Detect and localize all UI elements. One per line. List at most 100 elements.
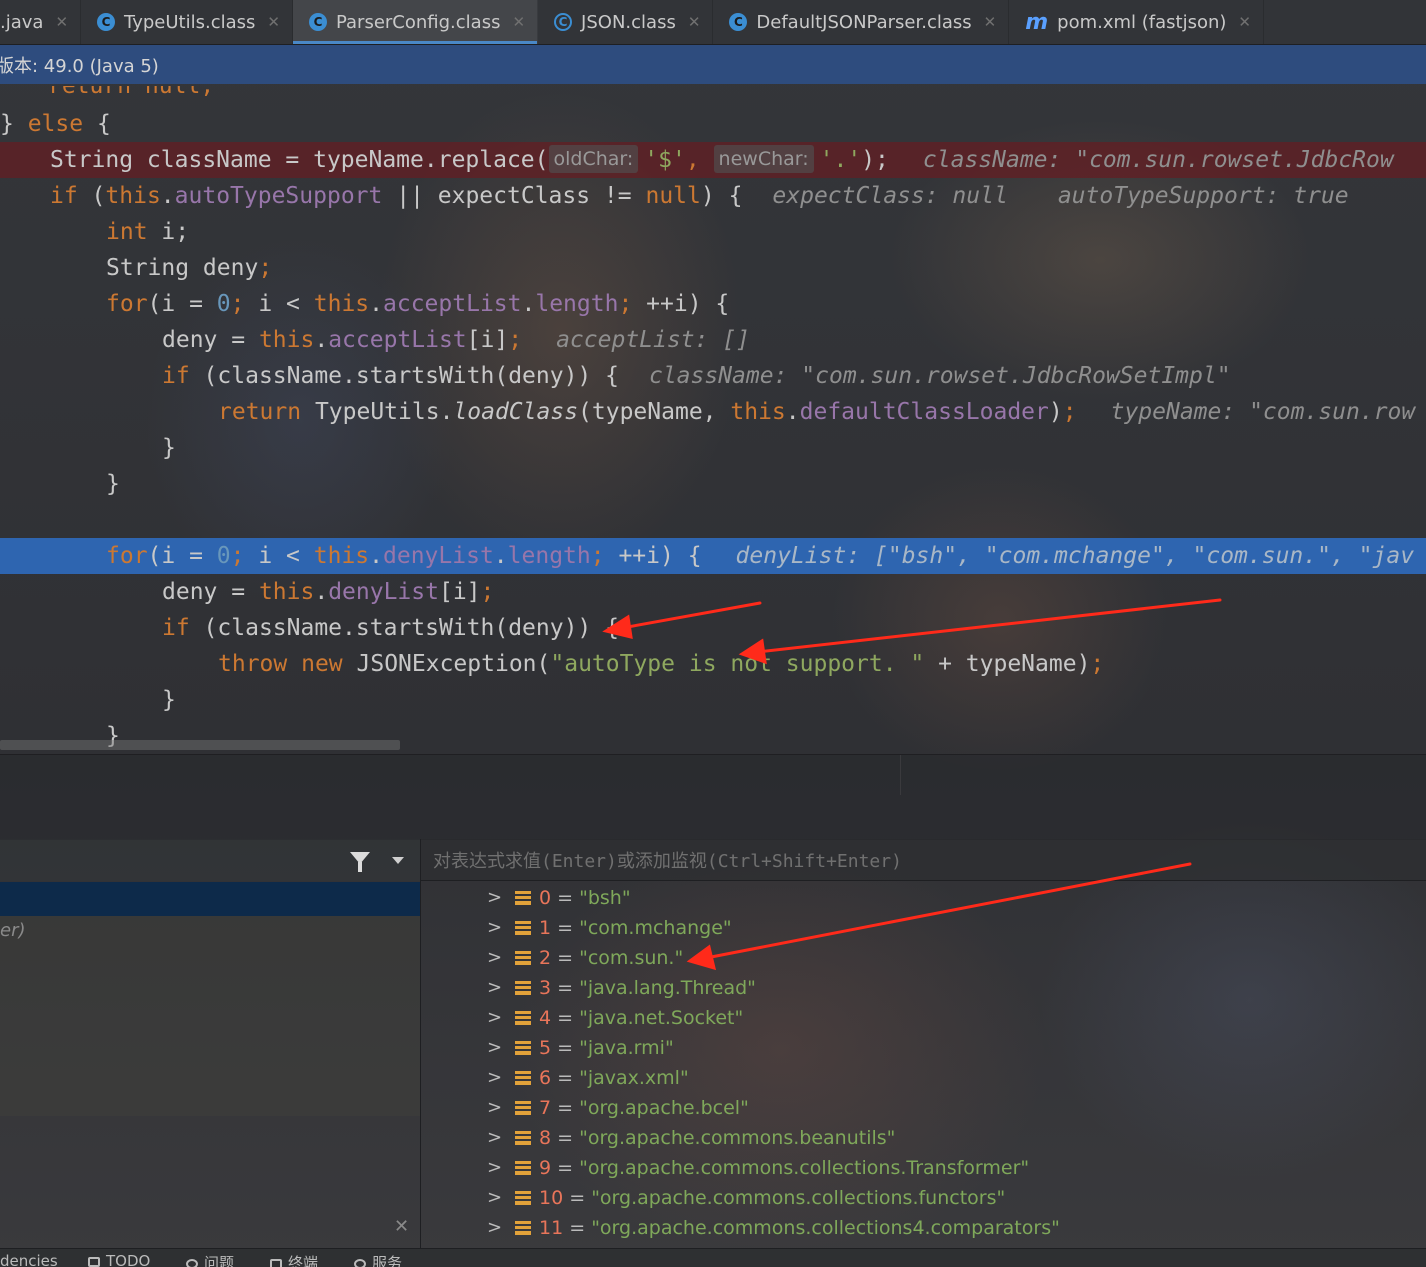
close-icon[interactable]: ✕ (688, 13, 701, 31)
code-token: 0 (216, 291, 231, 317)
breakpoint-line: String className = typeName.replace(oldC… (0, 142, 1426, 178)
element-value: "com.mchange" (579, 917, 732, 939)
class-icon: C (729, 13, 748, 31)
code-line: if (className.startsWith(deny)) {classNa… (0, 358, 1426, 394)
close-icon[interactable]: ✕ (267, 13, 280, 31)
element-value: "org.apache.commons.collections.Transfor… (579, 1157, 1030, 1179)
array-element-icon (515, 1131, 531, 1145)
array-element-icon (515, 1101, 531, 1115)
code-token: if (162, 363, 190, 389)
chevron-right-icon[interactable]: > (487, 943, 502, 973)
close-icon[interactable]: ✕ (55, 13, 68, 31)
chevron-right-icon[interactable]: > (487, 1063, 502, 1093)
horizontal-scrollbar[interactable] (0, 740, 400, 750)
chevron-right-icon[interactable]: > (487, 883, 502, 913)
element-value: "java.rmi" (579, 1037, 674, 1059)
code-line: } (0, 682, 1426, 718)
element-index: 0 (539, 887, 552, 909)
filter-icon[interactable] (350, 852, 370, 872)
code-token: } (162, 687, 176, 713)
bytecode-version-text: 版本: 49.0 (Java 5) (0, 55, 159, 77)
decompiled-info-banner: 版本: 49.0 (Java 5) (0, 45, 1426, 84)
code-token: '$' (644, 147, 686, 173)
code-token: (className.startsWith(deny)) { (189, 615, 619, 641)
chevron-right-icon[interactable]: > (487, 913, 502, 943)
chevron-right-icon[interactable]: > (487, 1153, 502, 1183)
code-token: ); (861, 147, 889, 173)
todo-tab[interactable]: TODO (88, 1252, 150, 1267)
problems-tab[interactable]: 问题 (186, 1252, 234, 1267)
dependencies-tab[interactable]: dencies (0, 1252, 58, 1267)
code-token: loadClass (453, 399, 579, 425)
code-token: if (50, 183, 78, 209)
element-index: 11 (539, 1217, 564, 1239)
array-element-icon (515, 951, 531, 965)
frame-item[interactable]: er) (0, 920, 26, 941)
element-value: "org.apache.commons.collections.functors… (591, 1187, 1006, 1209)
tab-json-class[interactable]: C JSON.class ✕ (538, 0, 714, 44)
chevron-right-icon[interactable]: > (487, 973, 502, 1003)
code-token: String deny (106, 255, 259, 281)
array-element-icon (515, 921, 531, 935)
chevron-right-icon[interactable]: > (487, 1123, 502, 1153)
selected-frame[interactable] (0, 882, 420, 916)
code-token: String className = typeName.replace( (50, 147, 549, 173)
tab-label: .java (0, 11, 44, 33)
chevron-right-icon[interactable]: > (487, 1183, 502, 1213)
close-icon[interactable]: ✕ (512, 13, 525, 31)
close-icon[interactable]: ✕ (394, 1216, 409, 1237)
code-line: return null; (0, 86, 1426, 104)
array-element-icon (515, 1041, 531, 1055)
tab-label: 终端 (288, 1254, 319, 1267)
array-element-icon (515, 1011, 531, 1025)
close-icon[interactable]: ✕ (1238, 13, 1251, 31)
chevron-right-icon[interactable]: > (487, 1033, 502, 1063)
element-index: 8 (539, 1127, 552, 1149)
element-value: "org.apache.bcel" (579, 1097, 749, 1119)
chevron-down-icon[interactable] (392, 857, 404, 864)
evaluate-placeholder: 对表达式求值(Enter)或添加监视(Ctrl+Shift+Enter) (433, 850, 902, 872)
code-token: (className.startsWith(deny)) { (189, 363, 619, 389)
close-icon[interactable]: ✕ (984, 13, 997, 31)
chevron-right-icon[interactable]: > (487, 1093, 502, 1123)
abstract-class-icon: C (554, 13, 573, 31)
element-index: 9 (539, 1157, 552, 1179)
code-line: throw new JSONException("autoType is not… (0, 646, 1426, 682)
tab-label: 问题 (204, 1254, 235, 1267)
chevron-right-icon[interactable]: > (487, 1003, 502, 1033)
code-token: this (258, 327, 315, 353)
code-token: JSONException( (342, 651, 551, 677)
element-value: "java.net.Socket" (579, 1007, 744, 1029)
current-execution-line: for(i = 0; i < this.denyList.length; ++i… (0, 538, 1426, 574)
tab-defaultjsonparser-class[interactable]: C DefaultJSONParser.class ✕ (713, 0, 1010, 44)
code-token: acceptList (383, 291, 522, 317)
tab-typeutils-class[interactable]: C TypeUtils.class ✕ (81, 0, 293, 44)
code-token: (typeName, (578, 399, 731, 425)
element-index: 7 (539, 1097, 552, 1119)
array-element-icon (515, 1191, 531, 1205)
code-token: i; (147, 219, 190, 245)
array-element-icon (515, 1071, 531, 1085)
code-line: int i; (0, 214, 1426, 250)
terminal-tab[interactable]: 终端 (270, 1252, 318, 1267)
code-token: } (106, 471, 120, 497)
code-line: } (0, 466, 1426, 502)
code-token: acceptList (328, 327, 467, 353)
tab-parserconfig-class[interactable]: C ParserConfig.class ✕ (292, 0, 539, 44)
code-line: String deny; (0, 250, 1426, 286)
chevron-right-icon[interactable]: > (487, 1213, 502, 1243)
code-token: "autoType is not support. " (550, 651, 925, 677)
tab-pom-xml[interactable]: m pom.xml (fastjson) ✕ (1009, 0, 1264, 44)
code-token: this (313, 543, 370, 569)
code-line: deny = this.acceptList[i]; acceptList: [] (162, 327, 750, 353)
element-index: 6 (539, 1067, 552, 1089)
code-token: denyList (383, 543, 494, 569)
evaluate-expression-input[interactable]: 对表达式求值(Enter)或添加监视(Ctrl+Shift+Enter) (421, 839, 1426, 881)
inline-debug-value: acceptList: [] (556, 327, 750, 353)
tab-java-file[interactable]: .java ✕ (0, 0, 82, 44)
code-editor[interactable]: return null; } else { String className =… (0, 86, 1426, 754)
services-tab[interactable]: 服务 (354, 1252, 402, 1267)
param-hint: oldChar: (548, 145, 639, 173)
element-value: "org.apache.commons.beanutils" (579, 1127, 896, 1149)
panel-separator (0, 754, 1426, 840)
